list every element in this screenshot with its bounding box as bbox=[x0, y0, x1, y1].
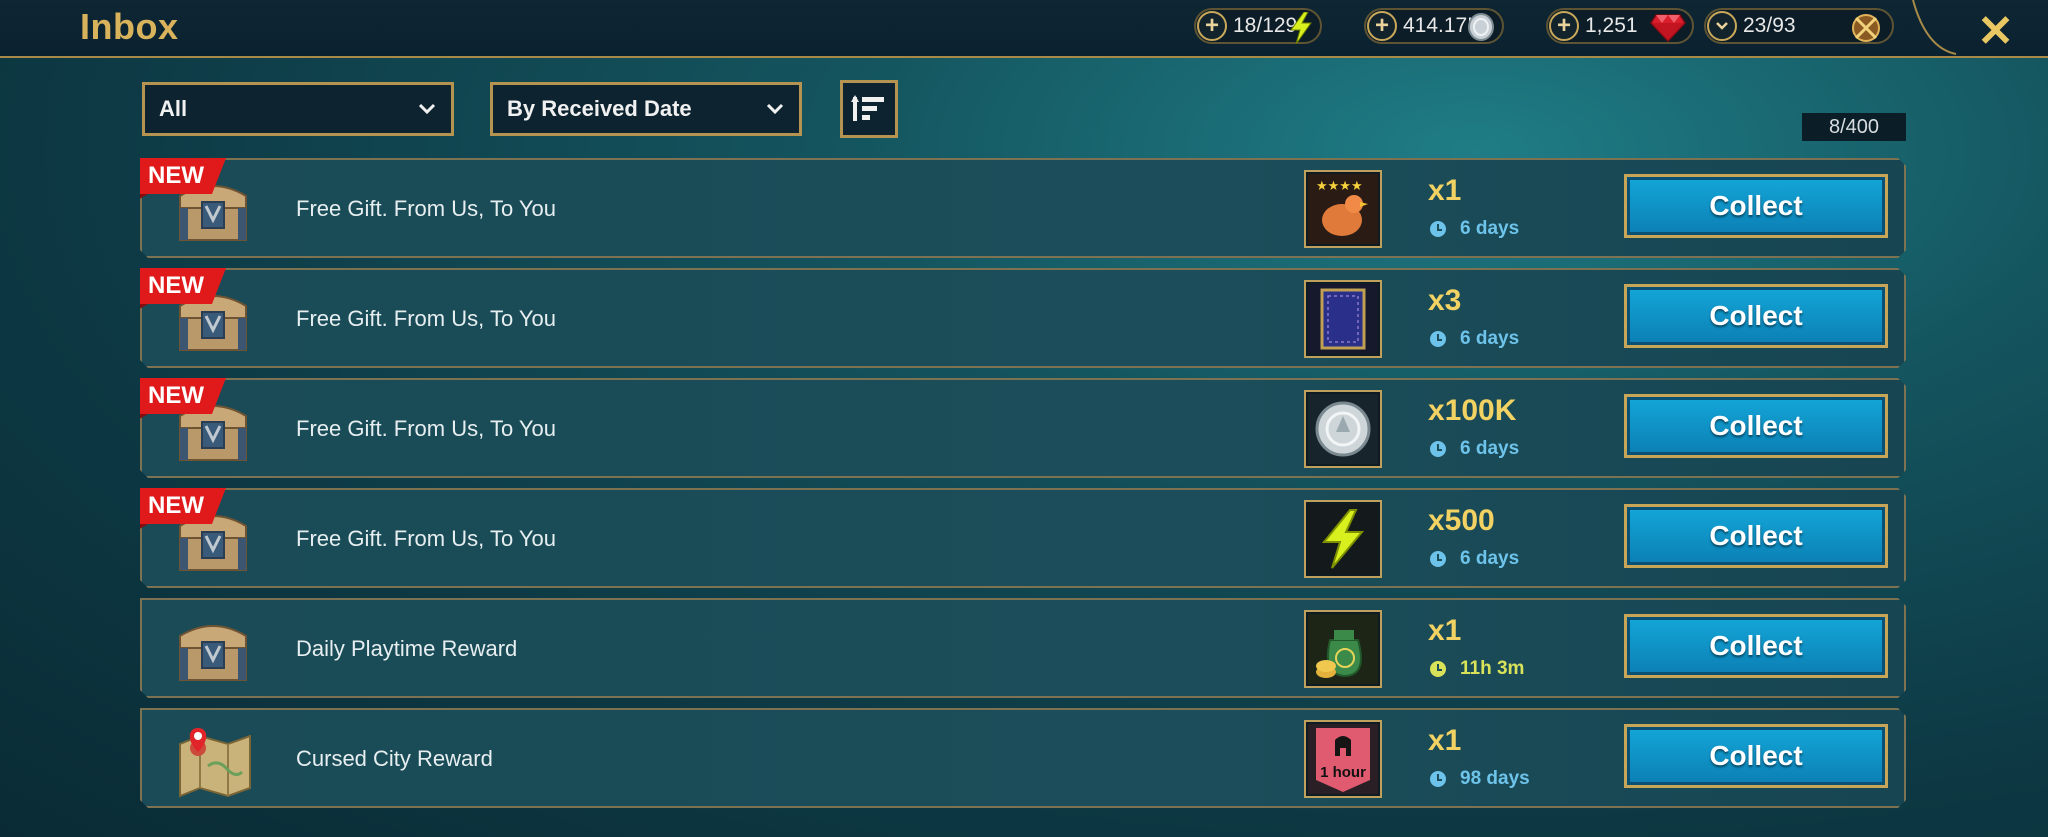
time-remaining: 6 days bbox=[1430, 438, 1519, 460]
map-scroll-icon bbox=[172, 722, 258, 805]
collect-button-label: Collect bbox=[1709, 410, 1803, 441]
reward-item[interactable]: ★★★★ bbox=[1304, 170, 1382, 248]
message-row[interactable]: NEW Free Gift. From Us, To You x3 6 days Col… bbox=[140, 268, 1906, 368]
energy-bolt-icon bbox=[1290, 12, 1312, 44]
reward-item[interactable] bbox=[1304, 610, 1382, 688]
time-remaining: 11h 3m bbox=[1430, 658, 1524, 680]
new-badge: NEW bbox=[138, 158, 228, 198]
energy-resource[interactable]: + 18/129 bbox=[1194, 8, 1322, 44]
category-filter-value: All bbox=[159, 96, 188, 121]
new-badge-label: NEW bbox=[148, 382, 204, 409]
message-count: 8/400 bbox=[1802, 113, 1906, 141]
reward-quantity: x3 bbox=[1428, 284, 1462, 317]
new-badge: NEW bbox=[138, 268, 228, 308]
reward-quantity: x1 bbox=[1428, 614, 1462, 647]
time-remaining: 98 days bbox=[1430, 768, 1530, 790]
collect-button-label: Collect bbox=[1709, 190, 1803, 221]
header-corner-ornament bbox=[1912, 0, 1957, 55]
close-icon[interactable]: ✕ bbox=[1977, 6, 2014, 57]
time-remaining: 6 days bbox=[1430, 548, 1519, 570]
message-row[interactable]: NEW Free Gift. From Us, To You x500 6 days C… bbox=[140, 488, 1906, 588]
collect-button[interactable]: Collect bbox=[1624, 724, 1888, 788]
message-title: Cursed City Reward bbox=[296, 746, 493, 771]
message-title: Daily Playtime Reward bbox=[296, 636, 518, 661]
time-remaining-value: 98 days bbox=[1460, 768, 1530, 789]
message-title: Free Gift. From Us, To You bbox=[296, 306, 557, 331]
page-title: Inbox bbox=[80, 6, 179, 47]
chicken-food-icon: ★★★★ bbox=[1308, 174, 1378, 244]
reward-item[interactable] bbox=[1304, 390, 1382, 468]
silver-coin-icon bbox=[1468, 13, 1494, 41]
message-row[interactable]: NEW Free Gift. From Us, To You x100K 6 days… bbox=[140, 378, 1906, 478]
new-badge-label: NEW bbox=[148, 492, 204, 519]
keys-value: 23/93 bbox=[1743, 14, 1796, 37]
tome-icon bbox=[1308, 284, 1378, 354]
add-energy-button[interactable]: + bbox=[1197, 11, 1227, 41]
gems-value: 1,251 bbox=[1585, 14, 1638, 37]
reward-quantity: x1 bbox=[1428, 724, 1462, 757]
collect-button[interactable]: Collect bbox=[1624, 394, 1888, 458]
gems-resource[interactable]: + 1,251 bbox=[1546, 8, 1694, 44]
time-remaining-value: 6 days bbox=[1460, 548, 1520, 569]
collect-button[interactable]: Collect bbox=[1624, 614, 1888, 678]
message-title: Free Gift. From Us, To You bbox=[296, 196, 557, 221]
sort-order-button[interactable] bbox=[840, 80, 898, 138]
collect-button[interactable]: Collect bbox=[1624, 284, 1888, 348]
message-row[interactable]: Cursed City Reward 1 hour x1 98 days Collect bbox=[140, 708, 1906, 808]
collect-button-label: Collect bbox=[1709, 300, 1803, 331]
reward-item[interactable] bbox=[1304, 500, 1382, 578]
reward-quantity: x1 bbox=[1428, 174, 1462, 207]
clock-icon bbox=[1430, 331, 1446, 347]
sort-descending-icon bbox=[851, 95, 884, 121]
keys-dropdown-button[interactable] bbox=[1707, 11, 1737, 41]
reward-quantity: x500 bbox=[1428, 504, 1495, 537]
message-row[interactable]: NEW Free Gift. From Us, To You ★★★★ x1 6 day… bbox=[140, 158, 1906, 258]
time-remaining: 6 days bbox=[1430, 328, 1519, 350]
silver-resource[interactable]: + 414.17K bbox=[1364, 8, 1504, 44]
collect-button-label: Collect bbox=[1709, 740, 1803, 771]
clock-icon bbox=[1430, 221, 1446, 237]
clock-icon bbox=[1430, 771, 1446, 787]
category-filter-select[interactable]: All bbox=[142, 82, 454, 136]
collect-button[interactable]: Collect bbox=[1624, 504, 1888, 568]
new-badge: NEW bbox=[138, 488, 228, 528]
time-remaining-value: 6 days bbox=[1460, 438, 1520, 459]
clock-icon bbox=[1430, 551, 1446, 567]
sort-by-value: By Received Date bbox=[507, 96, 692, 121]
chest-icon bbox=[172, 612, 254, 691]
money-bag-icon bbox=[1308, 614, 1378, 684]
reward-item-label: 1 hour bbox=[1320, 764, 1366, 781]
sort-by-select[interactable]: By Received Date bbox=[490, 82, 802, 136]
silver-coin-icon bbox=[1308, 394, 1378, 464]
collect-button-label: Collect bbox=[1709, 520, 1803, 551]
clock-icon bbox=[1430, 441, 1446, 457]
new-badge-label: NEW bbox=[148, 162, 204, 189]
reward-item[interactable]: 1 hour bbox=[1304, 720, 1382, 798]
clock-icon bbox=[1430, 661, 1446, 677]
add-silver-button[interactable]: + bbox=[1367, 11, 1397, 41]
svg-text:★★★★: ★★★★ bbox=[1316, 179, 1363, 194]
ruby-gem-icon bbox=[1650, 14, 1686, 42]
add-gems-button[interactable]: + bbox=[1549, 11, 1579, 41]
keys-resource[interactable]: 23/93 bbox=[1704, 8, 1894, 44]
message-title: Free Gift. From Us, To You bbox=[296, 416, 557, 441]
collect-button[interactable]: Collect bbox=[1624, 174, 1888, 238]
boost-banner-icon: 1 hour bbox=[1308, 724, 1378, 794]
energy-bolt-icon bbox=[1308, 504, 1378, 574]
top-bar: Inbox + 18/129 + 414.17K + 1,251 23/93 ✕ bbox=[0, 0, 2048, 58]
time-remaining-value: 11h 3m bbox=[1460, 658, 1525, 679]
time-remaining: 6 days bbox=[1430, 218, 1519, 240]
chevron-down-icon bbox=[766, 103, 784, 115]
reward-item[interactable] bbox=[1304, 280, 1382, 358]
time-remaining-value: 6 days bbox=[1460, 328, 1520, 349]
time-remaining-value: 6 days bbox=[1460, 218, 1520, 239]
new-badge-label: NEW bbox=[148, 272, 204, 299]
collect-button-label: Collect bbox=[1709, 630, 1803, 661]
arena-key-icon bbox=[1852, 14, 1880, 42]
message-title: Free Gift. From Us, To You bbox=[296, 526, 557, 551]
message-row[interactable]: Daily Playtime Reward x1 11h 3m Collect bbox=[140, 598, 1906, 698]
new-badge: NEW bbox=[138, 378, 228, 418]
reward-quantity: x100K bbox=[1428, 394, 1517, 427]
chevron-down-icon bbox=[418, 103, 436, 115]
